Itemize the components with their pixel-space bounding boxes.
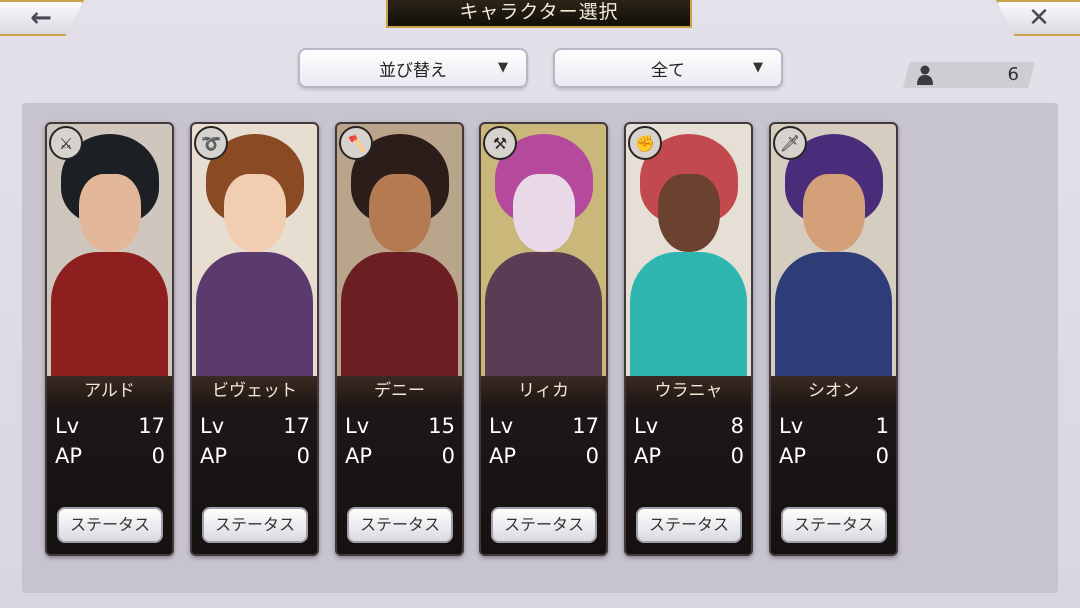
axe-icon: 🪓	[339, 126, 373, 160]
back-arrow-icon: ←	[30, 3, 52, 33]
status-button[interactable]: ステータス	[636, 507, 742, 543]
character-name: シオン	[771, 376, 896, 406]
character-stats: Lv 15 AP 0 ステータス	[337, 406, 462, 554]
character-card[interactable]: ➰ ビヴェット Lv 17 AP 0 ステータス	[190, 122, 319, 556]
level-row: Lv 17	[489, 414, 599, 444]
ap-row: AP 0	[200, 444, 310, 474]
ap-label: AP	[489, 444, 517, 468]
status-button[interactable]: ステータス	[781, 507, 887, 543]
character-stats: Lv 17 AP 0 ステータス	[481, 406, 606, 554]
level-row: Lv 8	[634, 414, 744, 444]
ap-label: AP	[55, 444, 83, 468]
sort-dropdown-label: 並び替え	[379, 60, 447, 81]
level-value: 17	[572, 414, 599, 438]
character-name: ウラニャ	[626, 376, 751, 406]
character-name: デニー	[337, 376, 462, 406]
character-card[interactable]: 🗡 シオン Lv 1 AP 0 ステータス	[769, 122, 898, 556]
level-value: 17	[283, 414, 310, 438]
character-card[interactable]: ⚔ アルド Lv 17 AP 0 ステータス	[45, 122, 174, 556]
portrait-body	[51, 252, 168, 376]
level-value: 8	[730, 414, 744, 438]
portrait-face	[658, 174, 720, 252]
ap-value: 0	[585, 444, 599, 468]
page-title: キャラクター選択	[386, 0, 692, 28]
character-card[interactable]: 🪓 デニー Lv 15 AP 0 ステータス	[335, 122, 464, 556]
character-portrait	[481, 124, 606, 376]
level-value: 17	[138, 414, 165, 438]
ap-label: AP	[345, 444, 373, 468]
ap-row: AP 0	[779, 444, 889, 474]
character-name: アルド	[47, 376, 172, 406]
character-count: 6	[903, 62, 1035, 88]
character-card[interactable]: ⚒ リィカ Lv 17 AP 0 ステータス	[479, 122, 608, 556]
ap-row: AP 0	[489, 444, 599, 474]
portrait-face	[369, 174, 431, 252]
filter-dropdown[interactable]: 全て ▼	[553, 48, 783, 88]
character-name: リィカ	[481, 376, 606, 406]
character-stats: Lv 17 AP 0 ステータス	[47, 406, 172, 554]
portrait-body	[630, 252, 747, 376]
katana-icon: 🗡	[773, 126, 807, 160]
character-stats: Lv 8 AP 0 ステータス	[626, 406, 751, 554]
ap-value: 0	[441, 444, 455, 468]
portrait-face	[224, 174, 286, 252]
level-row: Lv 1	[779, 414, 889, 444]
portrait-face	[803, 174, 865, 252]
level-label: Lv	[779, 414, 804, 438]
ap-label: AP	[779, 444, 807, 468]
character-card[interactable]: ✊ ウラニャ Lv 8 AP 0 ステータス	[624, 122, 753, 556]
fist-icon: ✊	[628, 126, 662, 160]
level-label: Lv	[489, 414, 514, 438]
sort-dropdown[interactable]: 並び替え ▼	[298, 48, 528, 88]
character-name: ビヴェット	[192, 376, 317, 406]
ap-label: AP	[634, 444, 662, 468]
ap-value: 0	[730, 444, 744, 468]
level-label: Lv	[345, 414, 370, 438]
character-portrait	[47, 124, 172, 376]
person-icon	[917, 65, 933, 85]
level-label: Lv	[200, 414, 225, 438]
character-portrait	[626, 124, 751, 376]
sword-icon: ⚔	[49, 126, 83, 160]
filter-dropdown-label: 全て	[651, 60, 685, 81]
character-portrait	[337, 124, 462, 376]
close-icon: ✕	[1028, 3, 1050, 33]
character-stats: Lv 17 AP 0 ステータス	[192, 406, 317, 554]
hammer-icon: ⚒	[483, 126, 517, 160]
status-button[interactable]: ステータス	[202, 507, 308, 543]
character-stats: Lv 1 AP 0 ステータス	[771, 406, 896, 554]
ap-row: AP 0	[634, 444, 744, 474]
character-count-value: 6	[1007, 64, 1019, 85]
level-row: Lv 17	[200, 414, 310, 444]
chevron-down-icon: ▼	[753, 60, 763, 75]
back-button[interactable]: ←	[0, 0, 84, 36]
level-value: 15	[428, 414, 455, 438]
ap-value: 0	[875, 444, 889, 468]
ap-label: AP	[200, 444, 228, 468]
portrait-body	[485, 252, 602, 376]
status-button[interactable]: ステータス	[347, 507, 453, 543]
ap-value: 0	[296, 444, 310, 468]
level-value: 1	[875, 414, 889, 438]
portrait-body	[196, 252, 313, 376]
level-label: Lv	[634, 414, 659, 438]
character-portrait	[771, 124, 896, 376]
status-button[interactable]: ステータス	[491, 507, 597, 543]
status-button[interactable]: ステータス	[57, 507, 163, 543]
whip-icon: ➰	[194, 126, 228, 160]
portrait-face	[79, 174, 141, 252]
level-row: Lv 15	[345, 414, 455, 444]
level-label: Lv	[55, 414, 80, 438]
portrait-body	[341, 252, 458, 376]
character-portrait	[192, 124, 317, 376]
chevron-down-icon: ▼	[498, 60, 508, 75]
portrait-body	[775, 252, 892, 376]
ap-value: 0	[151, 444, 165, 468]
level-row: Lv 17	[55, 414, 165, 444]
ap-row: AP 0	[345, 444, 455, 474]
close-button[interactable]: ✕	[996, 0, 1080, 36]
ap-row: AP 0	[55, 444, 165, 474]
portrait-face	[513, 174, 575, 252]
top-bar: ← キャラクター選択 ✕	[0, 0, 1080, 40]
